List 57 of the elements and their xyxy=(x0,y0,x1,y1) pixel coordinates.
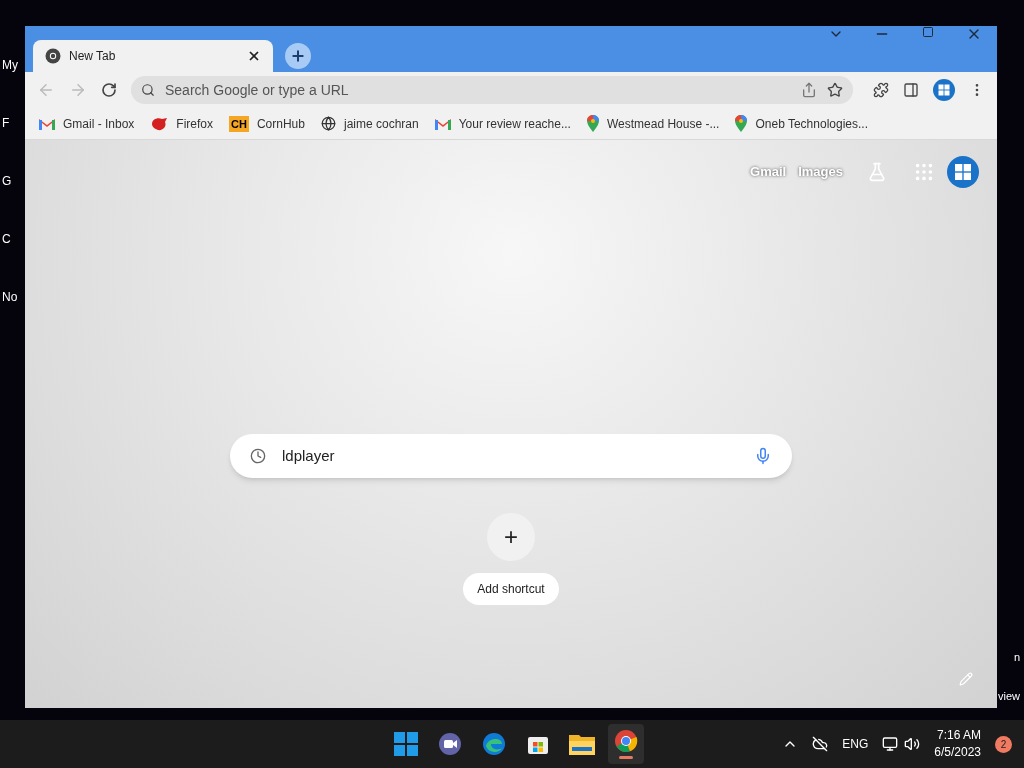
bookmark-link[interactable]: Gmail - Inbox xyxy=(63,114,135,133)
volume-icon[interactable] xyxy=(904,736,921,752)
map-pin-icon xyxy=(586,115,599,132)
video-chat-icon xyxy=(438,732,462,756)
windows-icon xyxy=(394,732,418,756)
network-icon[interactable] xyxy=(882,736,899,752)
cloud-off-icon[interactable] xyxy=(812,736,829,752)
bookmark-star-icon[interactable] xyxy=(827,82,843,98)
bookmark-link[interactable]: jaime cochran xyxy=(343,114,419,133)
add-icon[interactable]: + xyxy=(487,513,535,561)
shortcut-label[interactable]: Add shortcut xyxy=(463,573,559,605)
microphone-icon[interactable] xyxy=(754,447,772,465)
search-box[interactable]: ldplayer xyxy=(230,434,792,478)
desktop-icon-label: G xyxy=(1,173,12,190)
chrome-icon xyxy=(614,729,638,753)
language-indicator[interactable]: ENG xyxy=(842,735,869,753)
desktop-icon-label: C xyxy=(1,231,11,248)
address-bar[interactable]: Search Google or type a URL xyxy=(131,76,853,104)
clock-date[interactable]: 6/5/2023 xyxy=(934,744,981,761)
extensions-icon[interactable] xyxy=(873,82,889,98)
search-input[interactable]: ldplayer xyxy=(282,444,738,468)
maximize-icon[interactable] xyxy=(922,26,934,38)
history-icon xyxy=(250,448,266,464)
close-icon[interactable] xyxy=(247,49,261,63)
desktop-icon-label: My xyxy=(1,57,18,74)
mail-icon xyxy=(39,117,55,130)
tab-title: New Tab xyxy=(69,48,117,65)
search-icon xyxy=(141,83,155,97)
desktop-icon-label: No xyxy=(1,289,18,306)
logo-icon: CH xyxy=(229,115,249,132)
plus-icon xyxy=(290,48,306,64)
share-icon[interactable] xyxy=(801,82,817,98)
new-tab-button[interactable] xyxy=(285,43,311,69)
side-panel-icon[interactable] xyxy=(903,82,919,98)
watermark-text: n xyxy=(1013,650,1021,665)
mail-icon xyxy=(434,117,451,130)
edge-icon xyxy=(482,732,506,756)
bookmark-link[interactable]: Firefox xyxy=(176,114,214,133)
globe-icon xyxy=(320,116,336,131)
chrome-icon xyxy=(45,48,61,64)
profile-avatar xyxy=(947,156,979,188)
reload-icon[interactable] xyxy=(101,82,117,98)
watermark-text: view xyxy=(998,688,1021,704)
profile-avatar xyxy=(933,79,955,101)
desktop-icon-label: F xyxy=(1,115,10,132)
notification-badge[interactable]: 2 xyxy=(995,735,1012,753)
bookmark-link[interactable]: Your review reache... xyxy=(458,114,571,133)
bookmark-link[interactable]: Westmead House -... xyxy=(606,114,720,133)
top-link[interactable]: Gmail xyxy=(750,162,787,182)
taskbar-app[interactable] xyxy=(608,724,644,764)
map-pin-icon xyxy=(735,115,748,132)
bookmark-link[interactable]: Oneb Technologies... xyxy=(755,114,868,133)
browser-tab[interactable]: New Tab xyxy=(33,40,273,72)
bookmark-link[interactable]: CornHub xyxy=(256,114,305,133)
folder-icon xyxy=(569,733,595,755)
clock-time[interactable]: 7:16 AM xyxy=(936,727,981,744)
top-link[interactable]: Images xyxy=(798,162,843,182)
